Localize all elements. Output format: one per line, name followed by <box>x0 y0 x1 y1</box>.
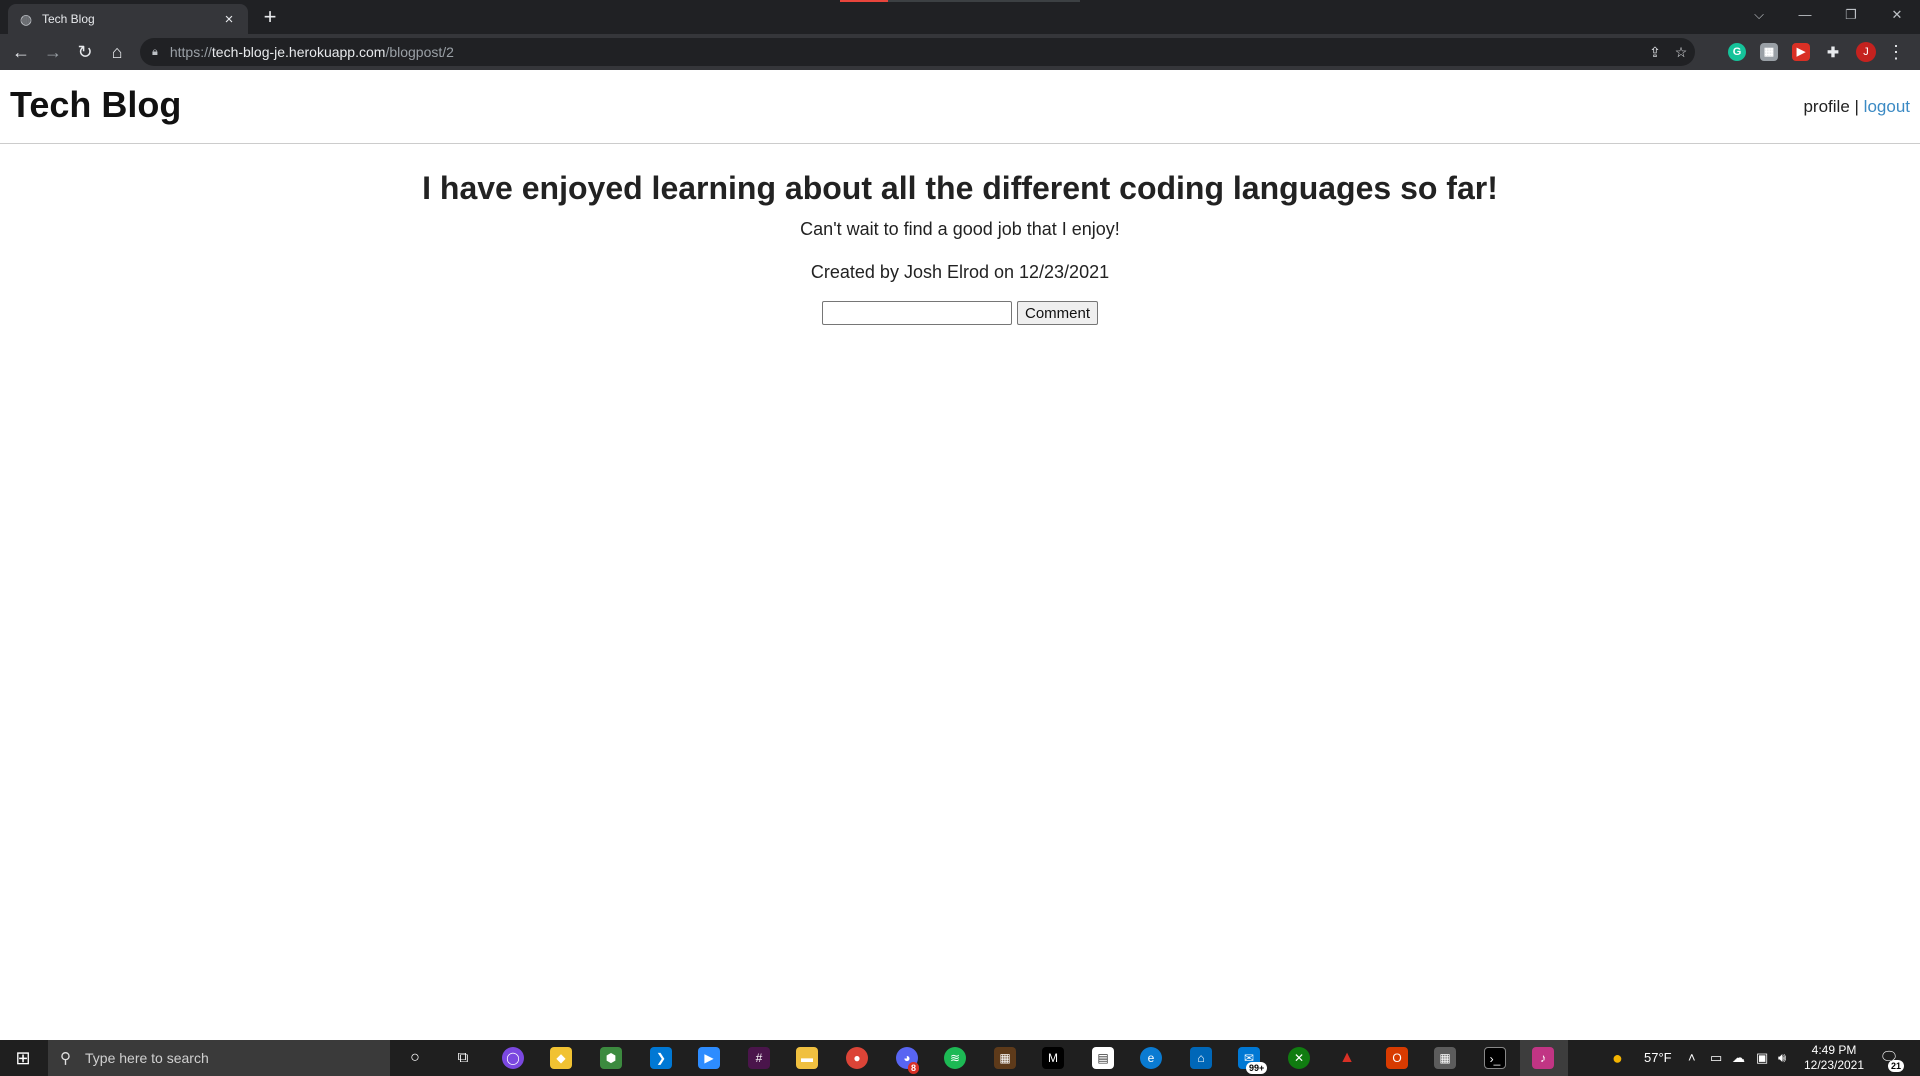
site-header: Tech Blog profile | logout <box>0 70 1920 144</box>
terminal-icon[interactable]: ›_ <box>1484 1047 1506 1069</box>
post-body: Can't wait to find a good job that I enj… <box>800 219 1120 239</box>
file-explorer-icon[interactable]: ▬ <box>796 1047 818 1069</box>
meet-now-icon[interactable]: ▭ <box>1710 1040 1722 1076</box>
comment-input[interactable] <box>821 301 1012 325</box>
notepad-icon[interactable]: ▤ <box>1092 1047 1114 1069</box>
clock[interactable]: 4:49 PM 12/23/2021 <box>1796 1043 1872 1073</box>
globe-icon: ◍ <box>19 11 33 27</box>
search-placeholder: Type here to search <box>85 1050 209 1066</box>
onedrive-icon[interactable]: ☁ <box>1732 1040 1745 1076</box>
network-icon[interactable]: ▣ <box>1756 1040 1768 1076</box>
edge-icon[interactable]: e <box>1140 1047 1162 1069</box>
search-icon: ⚲ <box>60 1050 71 1067</box>
comment-button[interactable]: Comment <box>1016 301 1099 325</box>
minecraft-icon[interactable]: ▦ <box>994 1047 1016 1069</box>
nav-separator: | <box>1854 97 1859 116</box>
tray-chevron-icon[interactable]: ˄ <box>1688 1040 1696 1076</box>
puzzle-icon[interactable]: ✚ <box>1824 43 1842 61</box>
video-extension-icon[interactable]: ▶ <box>1792 43 1810 61</box>
active-app-icon[interactable]: ♪ <box>1532 1047 1554 1069</box>
comment-form: Comment <box>0 301 1920 325</box>
clock-time: 4:49 PM <box>1811 1043 1857 1057</box>
back-icon[interactable]: ← <box>8 39 34 65</box>
app-icon-node[interactable]: ⬢ <box>600 1047 622 1069</box>
lock-icon: 🔒︎ <box>152 45 158 58</box>
new-tab-button[interactable]: + <box>258 6 282 30</box>
discord-badge: 8 <box>908 1062 920 1074</box>
store-icon[interactable]: ⌂ <box>1190 1047 1212 1069</box>
tab-close-icon[interactable]: × <box>220 11 238 28</box>
share-icon[interactable]: ⇪ <box>1645 42 1665 62</box>
cortana-icon[interactable]: ○ <box>404 1047 426 1069</box>
browser-tabbar: ◍ Tech Blog × + ⌵ — ❐ ✕ <box>0 0 1920 34</box>
nav-links: profile | logout <box>1803 97 1910 117</box>
menu-kebab-icon[interactable]: ⋮ <box>1886 39 1906 65</box>
extension-icon[interactable]: ▦ <box>1760 43 1778 61</box>
profile-avatar[interactable]: J <box>1856 42 1876 62</box>
app-icon-purple[interactable]: ◯ <box>502 1047 524 1069</box>
vscode-icon[interactable]: ❯ <box>650 1047 672 1069</box>
app-icon-git[interactable]: ◆ <box>550 1047 572 1069</box>
slack-icon[interactable]: # <box>748 1047 770 1069</box>
grammarly-extension-icon[interactable]: G <box>1728 43 1746 61</box>
windows-start-icon[interactable]: ⊞ <box>0 1040 46 1076</box>
zoom-icon[interactable]: ▶ <box>698 1047 720 1069</box>
profile-link[interactable]: profile <box>1803 97 1849 116</box>
spotify-icon[interactable]: ≋ <box>944 1047 966 1069</box>
restore-icon[interactable]: ❐ <box>1828 0 1874 30</box>
mail-badge: 99+ <box>1246 1062 1268 1074</box>
weather-temp[interactable]: 57°F <box>1644 1040 1672 1076</box>
blog-post: I have enjoyed learning about all the di… <box>0 170 1920 325</box>
app-icon-mw[interactable]: M <box>1042 1047 1064 1069</box>
address-bar[interactable]: 🔒︎ https://tech-blog-je.herokuapp.com/bl… <box>140 38 1695 66</box>
home-icon[interactable]: ⌂ <box>104 39 130 65</box>
logout-link[interactable]: logout <box>1864 97 1910 116</box>
notification-count: 21 <box>1888 1060 1905 1072</box>
close-window-icon[interactable]: ✕ <box>1874 0 1920 30</box>
url-text: https://tech-blog-je.herokuapp.com/blogp… <box>169 44 454 60</box>
post-meta: Created by Josh Elrod on 12/23/2021 <box>810 262 1110 282</box>
forward-icon[interactable]: → <box>40 39 66 65</box>
taskbar: ⊞ ⚲ Type here to search ○ ⧉ ◯ ◆ ⬢ ❯ ▶ # … <box>0 1040 1920 1076</box>
post-title: I have enjoyed learning about all the di… <box>422 170 1498 206</box>
taskbar-search[interactable]: ⚲ Type here to search <box>48 1040 390 1076</box>
browser-toolbar: ← → ↻ ⌂ 🔒︎ https://tech-blog-je.herokuap… <box>0 34 1920 70</box>
weather-sun-icon[interactable]: ● <box>1612 1040 1623 1076</box>
tab-search-icon[interactable]: ⌵ <box>1736 0 1782 30</box>
tab-title: Tech Blog <box>42 12 95 26</box>
reload-icon[interactable]: ↻ <box>72 39 98 65</box>
app-icon-red[interactable]: ▲ <box>1336 1047 1358 1069</box>
minimize-icon[interactable]: — <box>1782 0 1828 30</box>
office-icon[interactable]: O <box>1386 1047 1408 1069</box>
bookmark-star-icon[interactable]: ☆ <box>1671 42 1691 62</box>
site-title[interactable]: Tech Blog <box>10 84 181 126</box>
clock-date: 12/23/2021 <box>1803 1058 1865 1072</box>
browser-tab[interactable]: ◍ Tech Blog × <box>8 4 248 34</box>
xbox-icon[interactable]: ✕ <box>1288 1047 1310 1069</box>
chrome-icon[interactable]: ● <box>846 1047 868 1069</box>
calculator-icon[interactable]: ▦ <box>1434 1047 1456 1069</box>
tab-strip-indicator <box>840 0 1080 2</box>
task-view-icon[interactable]: ⧉ <box>452 1047 474 1069</box>
volume-icon[interactable]: 🔊︎ <box>1778 1040 1786 1076</box>
